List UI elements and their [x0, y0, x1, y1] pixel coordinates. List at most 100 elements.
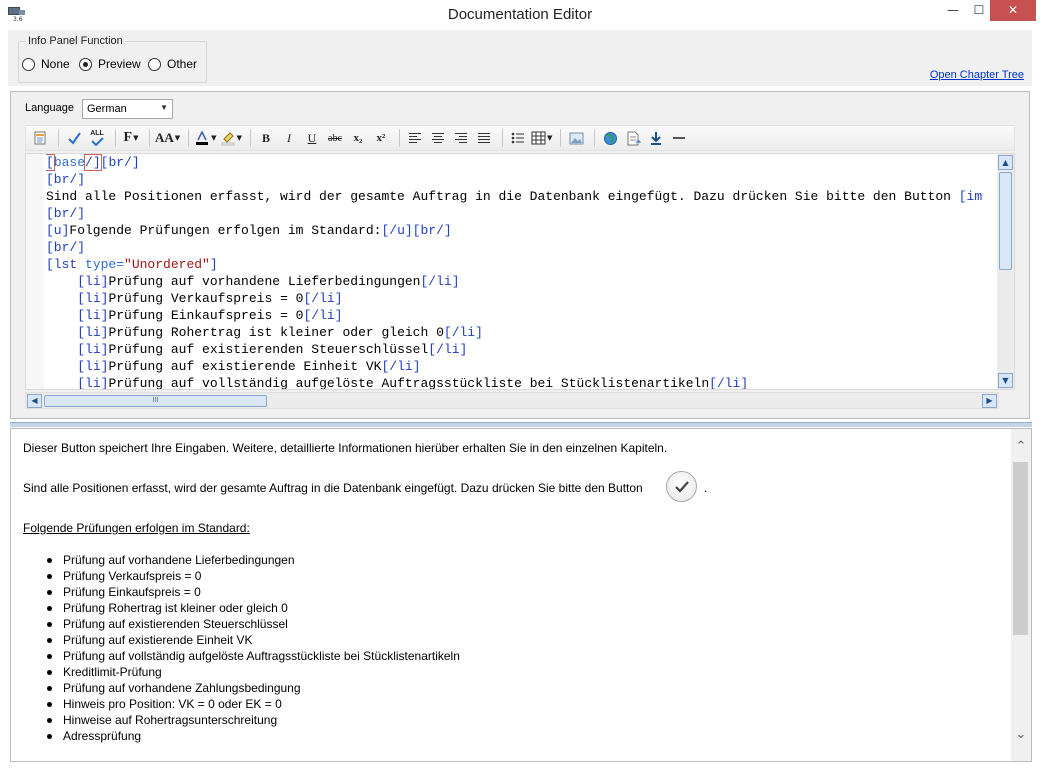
align-right-button[interactable] — [451, 128, 471, 148]
code-token: [li] — [77, 291, 109, 306]
code-lines[interactable]: [base/][br/] [br/] Sind alle Positionen er… — [46, 154, 1001, 390]
scroll-right-icon[interactable]: ▶ — [982, 394, 997, 408]
code-token: base — [53, 155, 86, 170]
spellcheck-all-icon[interactable]: ALL — [87, 128, 107, 148]
radio-indicator[interactable] — [148, 57, 161, 71]
code-line[interactable]: [li]Prüfung auf vorhandene Lieferbedingu… — [46, 273, 1001, 290]
chevron-down-icon: ▼ — [546, 134, 553, 142]
scroll-up-icon[interactable]: ▲ — [998, 155, 1013, 170]
radio-preview[interactable]: Preview — [79, 57, 141, 71]
scroll-down-icon[interactable]: ▼ — [998, 373, 1013, 388]
code-line[interactable]: [br/] — [46, 171, 1001, 188]
table-button[interactable]: ▼ — [531, 128, 552, 148]
minimize-button[interactable]: — — [940, 0, 966, 21]
radio-indicator[interactable] — [79, 57, 92, 71]
table-icon — [531, 131, 546, 145]
strikethrough-button[interactable]: abc — [325, 128, 345, 148]
code-token: Prüfung Verkaufspreis = 0 — [108, 291, 304, 306]
maximize-button[interactable]: ☐ — [966, 0, 992, 21]
superscript-button[interactable]: x² — [371, 128, 391, 148]
chevron-down-icon: ▼ — [211, 134, 217, 142]
insert-document-button[interactable] — [623, 128, 643, 148]
editor-panel: Language German ▼ ALL F ▼ AA ▼ ▼ ▼ B I U… — [10, 91, 1030, 419]
code-token: Prüfung Rohertrag ist kleiner oder gleic… — [108, 325, 444, 340]
code-line[interactable]: [li]Prüfung auf existierenden Steuerschl… — [46, 341, 1001, 358]
title-bar: 3.6 Documentation Editor — ☐ ✕ — [0, 0, 1040, 30]
code-line[interactable]: [li]Prüfung Verkaufspreis = 0[/li] — [46, 290, 1001, 307]
code-line[interactable]: [lst type="Unordered"] — [46, 256, 1001, 273]
preview-list-item: Adressprüfung — [47, 729, 460, 745]
horizontal-scroll-thumb[interactable]: III — [44, 395, 267, 407]
editor-vertical-scrollbar[interactable]: ▲ ▼ — [997, 154, 1014, 389]
preview-list-item: Hinweise auf Rohertragsunterschreitung — [47, 713, 460, 729]
chevron-down-icon: ▼ — [174, 134, 181, 142]
preview-list-item: Prüfung auf vorhandene Lieferbedingungen — [47, 553, 460, 569]
align-left-icon — [408, 133, 421, 143]
preview-vertical-scrollbar[interactable]: ⌃ ⌄ — [1011, 429, 1031, 761]
radio-indicator[interactable] — [22, 57, 35, 71]
code-line[interactable]: [br/] — [46, 205, 1001, 222]
text-color-icon — [196, 130, 209, 145]
editor-gutter — [26, 154, 44, 389]
code-token: /] — [84, 154, 102, 171]
font-family-icon: F — [123, 130, 133, 145]
code-line[interactable]: [li]Prüfung auf vollständig aufgelöste A… — [46, 375, 1001, 390]
radio-none[interactable]: None — [22, 57, 70, 71]
code-token: [li] — [77, 359, 109, 374]
align-left-button[interactable] — [405, 128, 425, 148]
align-right-icon — [454, 133, 467, 143]
bullet-list-button[interactable] — [508, 128, 528, 148]
scroll-left-icon[interactable]: ◀ — [27, 394, 42, 408]
preview-paragraph: Sind alle Positionen erfasst, wird der g… — [23, 481, 643, 495]
italic-button[interactable]: I — [279, 128, 299, 148]
chevron-up-icon[interactable]: ⌃ — [1011, 439, 1031, 457]
code-token: [li] — [77, 308, 109, 323]
language-select[interactable]: German ▼ — [82, 99, 173, 119]
source-view-icon[interactable] — [30, 128, 50, 148]
chevron-down-icon: ▼ — [133, 134, 139, 142]
code-line[interactable]: [li]Prüfung auf existierende Einheit VK[… — [46, 358, 1001, 375]
open-chapter-tree-link[interactable]: Open Chapter Tree — [930, 69, 1024, 81]
code-line[interactable]: [li]Prüfung Rohertrag ist kleiner oder g… — [46, 324, 1001, 341]
font-family-button[interactable]: F ▼ — [121, 128, 141, 148]
scroll-thumb[interactable] — [999, 172, 1012, 270]
editor-horizontal-scrollbar[interactable]: ◀ III ▶ — [25, 392, 999, 409]
spellcheck-icon[interactable] — [64, 128, 84, 148]
code-token: [li] — [77, 376, 109, 390]
code-line[interactable]: [u]Folgende Prüfungen erfolgen im Standa… — [46, 222, 1001, 239]
code-line[interactable]: Sind alle Positionen erfasst, wird der g… — [46, 188, 1001, 205]
code-token: [lst — [46, 257, 86, 272]
font-size-button[interactable]: AA ▼ — [155, 128, 180, 148]
insert-link-button[interactable] — [600, 128, 620, 148]
source-code-editor[interactable]: [base/][br/] [br/] Sind alle Positionen er… — [25, 153, 1015, 390]
text-color-button[interactable]: ▼ — [194, 128, 217, 148]
code-line[interactable]: [li]Prüfung Einkaufspreis = 0[/li] — [46, 307, 1001, 324]
code-token: Prüfung auf vollständig aufgelöste Auftr… — [108, 376, 710, 390]
chevron-down-icon[interactable]: ⌄ — [1011, 727, 1031, 745]
code-token: Prüfung auf existierenden Steuerschlüsse… — [108, 342, 429, 357]
code-token: [/li] — [303, 291, 343, 306]
code-token: [ — [46, 154, 55, 171]
justify-button[interactable] — [474, 128, 494, 148]
toolbar-separator — [58, 129, 59, 147]
radio-other[interactable]: Other — [148, 57, 197, 71]
panel-splitter[interactable] — [10, 422, 1032, 427]
formatting-toolbar: ALL F ▼ AA ▼ ▼ ▼ B I U abc x₂ x² ▼ — [25, 125, 1015, 151]
align-center-button[interactable] — [428, 128, 448, 148]
chevron-down-icon: ▼ — [160, 103, 168, 112]
code-line[interactable]: [base/][br/] — [46, 154, 1001, 171]
scroll-thumb[interactable] — [1013, 462, 1028, 635]
horizontal-rule-button[interactable] — [669, 128, 689, 148]
close-button[interactable]: ✕ — [990, 0, 1036, 21]
insert-image-button[interactable] — [566, 128, 586, 148]
bold-button[interactable]: B — [256, 128, 276, 148]
highlight-color-button[interactable]: ▼ — [220, 128, 242, 148]
code-line[interactable]: [br/] — [46, 239, 1001, 256]
code-token: [u] — [46, 223, 70, 238]
download-button[interactable] — [646, 128, 666, 148]
preview-panel: Dieser Button speichert Ihre Eingaben. W… — [10, 428, 1032, 762]
underline-button[interactable]: U — [302, 128, 322, 148]
subscript-button[interactable]: x₂ — [348, 128, 368, 148]
